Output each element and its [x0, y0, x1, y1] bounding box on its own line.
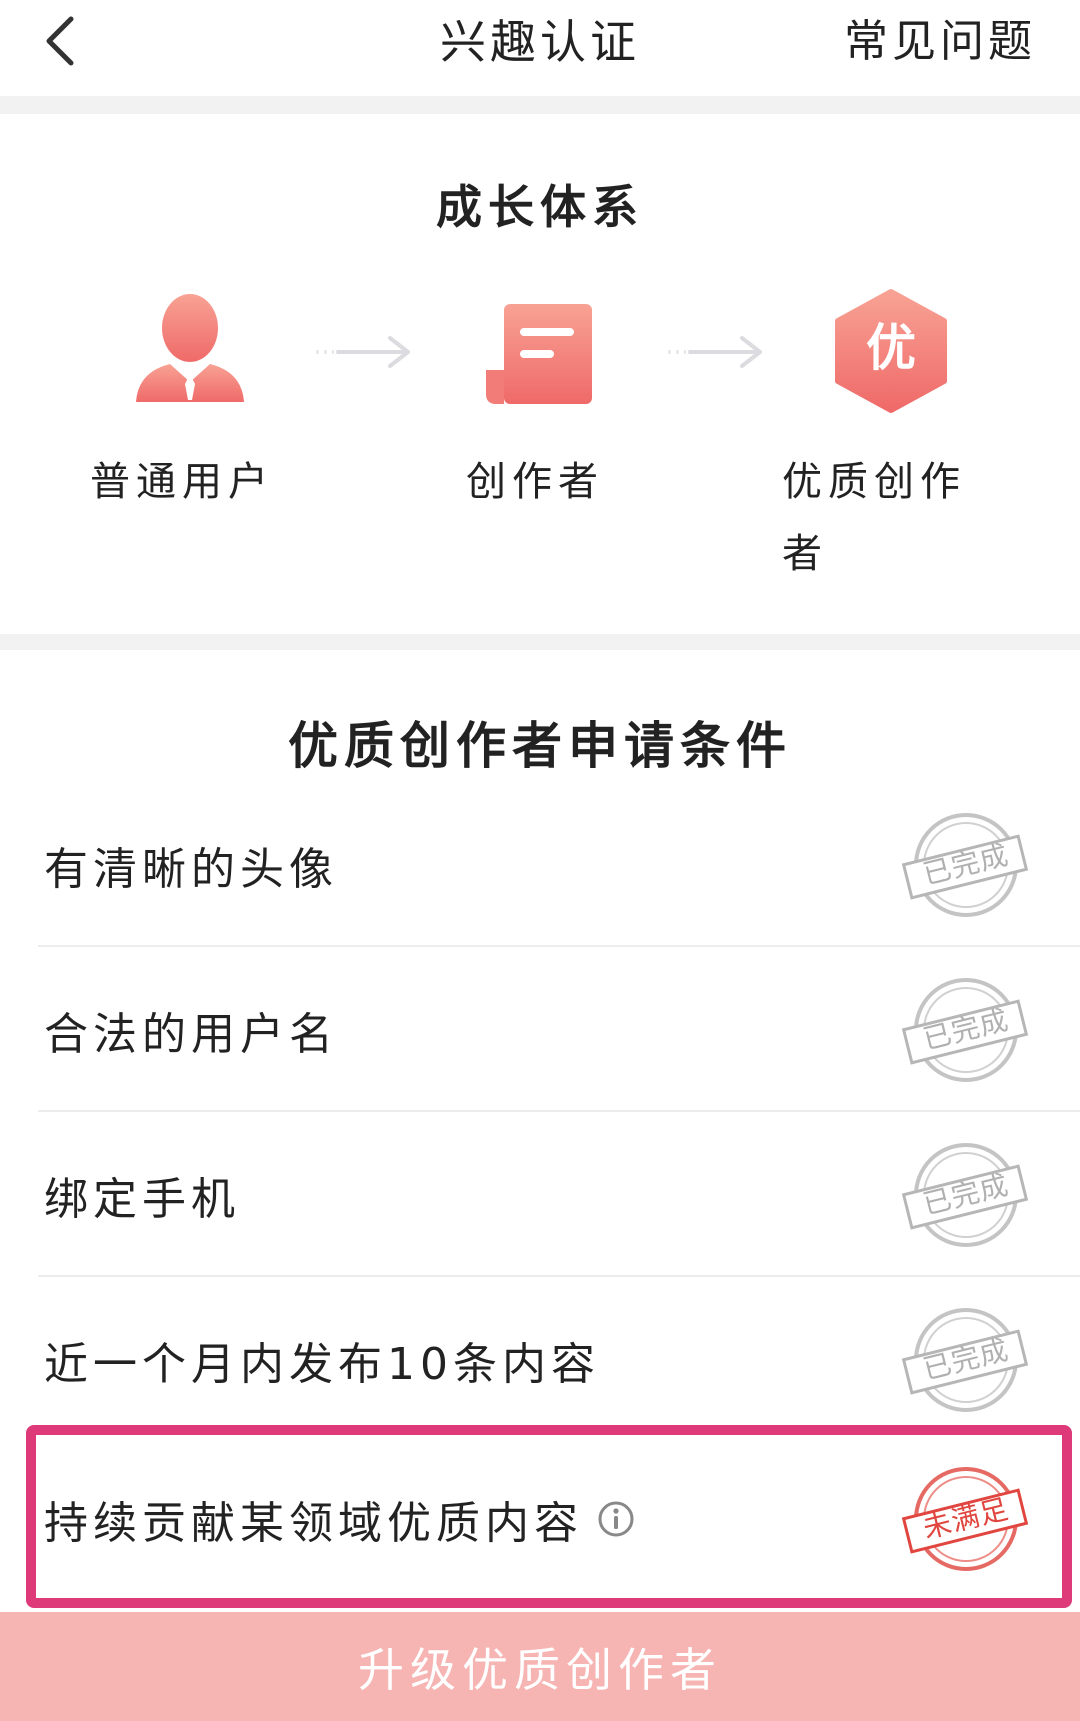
condition-row-unmet: 持续贡献某领域优质内容 未满足 [38, 1436, 1080, 1601]
condition-row: 近一个月内发布10条内容 已完成 [38, 1277, 1080, 1442]
quality-badge-icon: 优 [834, 288, 948, 414]
stamp-completed: 已完成 [900, 810, 1030, 920]
stamp-completed: 已完成 [900, 975, 1030, 1085]
top-bar: 兴趣认证 常见问题 [0, 0, 1080, 96]
faq-link[interactable]: 常见问题 [844, 10, 1036, 74]
condition-label: 持续贡献某领域优质内容 [44, 1487, 635, 1551]
condition-text: 持续贡献某领域优质内容 [44, 1497, 583, 1549]
condition-row: 绑定手机 已完成 [38, 1112, 1080, 1277]
section-divider [0, 634, 1080, 650]
growth-title: 成长体系 [436, 180, 644, 234]
document-icon [486, 304, 592, 404]
condition-label: 绑定手机 [44, 1173, 240, 1225]
condition-row: 有清晰的头像 已完成 [38, 782, 1080, 947]
section-divider [0, 96, 1080, 114]
upgrade-quality-creator-button[interactable]: 升级优质创作者 [0, 1612, 1080, 1721]
condition-row: 合法的用户名 已完成 [38, 947, 1080, 1112]
user-icon [136, 294, 244, 402]
condition-label: 有清晰的头像 [44, 843, 338, 895]
arrow-right-icon [668, 336, 762, 368]
arrow-right-icon [316, 336, 410, 368]
stamp-unmet: 未满足 [900, 1464, 1030, 1574]
stamp-completed: 已完成 [900, 1140, 1030, 1250]
stage-label-quality-creator-line2: 者 [782, 531, 828, 577]
stamp-completed: 已完成 [900, 1305, 1030, 1415]
conditions-title: 优质创作者申请条件 [288, 717, 792, 775]
badge-char: 优 [866, 319, 916, 377]
condition-label: 合法的用户名 [44, 1008, 338, 1060]
info-icon[interactable] [597, 1500, 635, 1538]
stage-label-creator: 创作者 [466, 459, 604, 505]
stage-label-quality-creator: 优质创作 [782, 459, 966, 505]
stage-label-user: 普通用户 [90, 459, 274, 505]
condition-label: 近一个月内发布10条内容 [44, 1338, 600, 1390]
